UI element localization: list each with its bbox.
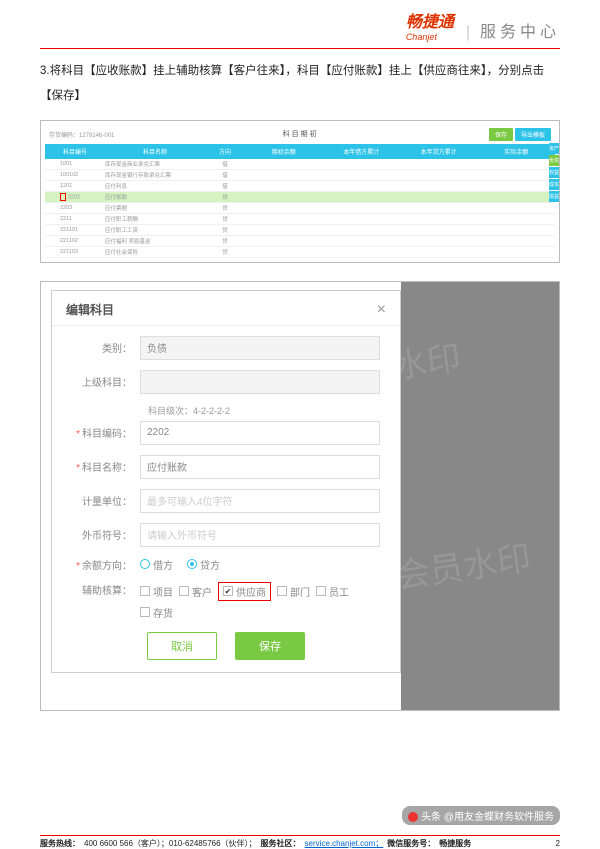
community-label: 服务社区：: [261, 838, 301, 849]
table-topbar: 存货编码：1278146-001 科目期初 保存 导出模板: [45, 125, 555, 144]
currency-input[interactable]: 请输入外币符号: [140, 523, 380, 547]
aux-label: 辅助核算：: [72, 582, 140, 597]
tag-equity[interactable]: 权益: [549, 167, 559, 178]
save-button[interactable]: 保存: [235, 632, 305, 660]
wechat-label: 微信服务号：: [387, 838, 435, 849]
brand-cn: 畅捷通: [406, 14, 454, 31]
th-actual: 实际余额: [478, 146, 556, 157]
currency-label: 外币符号：: [72, 527, 140, 542]
table-row[interactable]: 2211应付职工薪酬贷: [45, 214, 555, 225]
aux-inventory[interactable]: 存货: [140, 605, 173, 620]
community-link[interactable]: service.chanjet.com；: [305, 838, 384, 849]
table-row[interactable]: 100102库存现金银行存款承兑汇票借: [45, 170, 555, 181]
footer-rule: [40, 835, 560, 836]
table-body: 1001库存现金商业承兑汇票借100102库存现金银行存款承兑汇票借1201应付…: [45, 159, 555, 258]
parent-input: [140, 370, 380, 394]
edit-subject-dialog: 编辑科目 × 类别： 负债 上级科目： 科目级次：4-2-2-2-2 *科目编码…: [51, 290, 401, 673]
aux-customer[interactable]: 客户: [179, 582, 212, 601]
brand-divider: |: [466, 24, 470, 42]
brand-service: 服务中心: [480, 18, 560, 42]
name-input[interactable]: 应付账款: [140, 455, 380, 479]
th-name: 科目名称: [105, 146, 205, 157]
topbar-save-button[interactable]: 保存: [489, 128, 513, 141]
cancel-button[interactable]: 取消: [147, 632, 217, 660]
table-row[interactable]: 221101应付职工工资贷: [45, 225, 555, 236]
attribution-badge: 头条 @用友金蝶财务软件服务: [402, 806, 560, 825]
tag-cost[interactable]: 成本: [549, 179, 559, 190]
unit-input[interactable]: 最多可输入4位字符: [140, 489, 380, 513]
hotline-label: 服务热线：: [40, 838, 80, 849]
dialog-backdrop: [401, 282, 559, 710]
th-code: 科目编号: [45, 146, 105, 157]
balance-label: *余额方向：: [72, 557, 140, 572]
tag-asset[interactable]: 资产: [549, 143, 559, 154]
th-dir: 方向: [205, 146, 245, 157]
topbar-title: 科目期初: [114, 129, 487, 139]
credit-radio[interactable]: 贷方: [187, 557, 220, 572]
close-icon[interactable]: ×: [377, 301, 386, 319]
tag-liability[interactable]: 负债: [549, 155, 559, 166]
dialog-title: 编辑科目: [66, 301, 114, 318]
brand-block: 畅捷通 Chanjet | 服务中心: [406, 8, 560, 42]
table-row[interactable]: 221102应付福利 奖励基金贷: [45, 236, 555, 247]
page-footer: 服务热线： 400 6600 566（客户）；010-62485766（伙伴）；…: [40, 835, 560, 849]
header-rule: [40, 48, 560, 49]
step-instruction: 3.将科目【应收账款】挂上辅助核算【客户往来】，科目【应付账款】挂上【供应商往来…: [40, 59, 560, 110]
type-label: 类别：: [72, 340, 140, 355]
code-label: *科目编码：: [72, 425, 140, 440]
table-header-row: 科目编号 科目名称 方向 期初余额 本年借方累计 本年贷方累计 实际余额: [45, 144, 555, 159]
topbar-code: 存货编码：1278146-001: [49, 130, 114, 139]
category-tags: 资产 负债 权益 成本 损益: [549, 143, 559, 203]
wechat-text: 畅捷服务: [439, 838, 471, 849]
debit-radio[interactable]: 借方: [140, 557, 173, 572]
code-input[interactable]: 2202: [140, 421, 380, 445]
hotline-text: 400 6600 566（客户）；010-62485766（伙伴）；: [84, 838, 257, 849]
type-input: 负债: [140, 336, 380, 360]
unit-label: 计量单位：: [72, 493, 140, 508]
table-row[interactable]: 1201应付利息借: [45, 181, 555, 192]
table-row[interactable]: 2202应付账款贷: [45, 192, 555, 203]
th-credit: 本年贷方累计: [400, 146, 478, 157]
th-initial: 期初余额: [245, 146, 323, 157]
aux-employee[interactable]: 员工: [316, 582, 349, 601]
aux-supplier[interactable]: 供应商: [218, 582, 271, 601]
screenshot-dialog: 非会员水印 非会员水印 非会员水印 编辑科目 × 类别： 负债 上级科目： 科目…: [40, 281, 560, 711]
name-label: *科目名称：: [72, 459, 140, 474]
page-number: 2: [556, 839, 560, 848]
table-row[interactable]: 221103应付社会保险贷: [45, 247, 555, 258]
screenshot-table: 存货编码：1278146-001 科目期初 保存 导出模板 科目编号 科目名称 …: [40, 120, 560, 263]
table-row[interactable]: 1001库存现金商业承兑汇票借: [45, 159, 555, 170]
topbar-export-button[interactable]: 导出模板: [515, 128, 551, 141]
level-hint: 科目级次：4-2-2-2-2: [148, 404, 380, 417]
parent-label: 上级科目：: [72, 374, 140, 389]
th-debit: 本年借方累计: [323, 146, 401, 157]
aux-project[interactable]: 项目: [140, 582, 173, 601]
table-row[interactable]: 2203应付票据贷: [45, 203, 555, 214]
aux-dept[interactable]: 部门: [277, 582, 310, 601]
tag-pl[interactable]: 损益: [549, 191, 559, 202]
brand-en: Chanjet: [406, 32, 454, 42]
page-header: 畅捷通 Chanjet | 服务中心: [0, 0, 600, 46]
